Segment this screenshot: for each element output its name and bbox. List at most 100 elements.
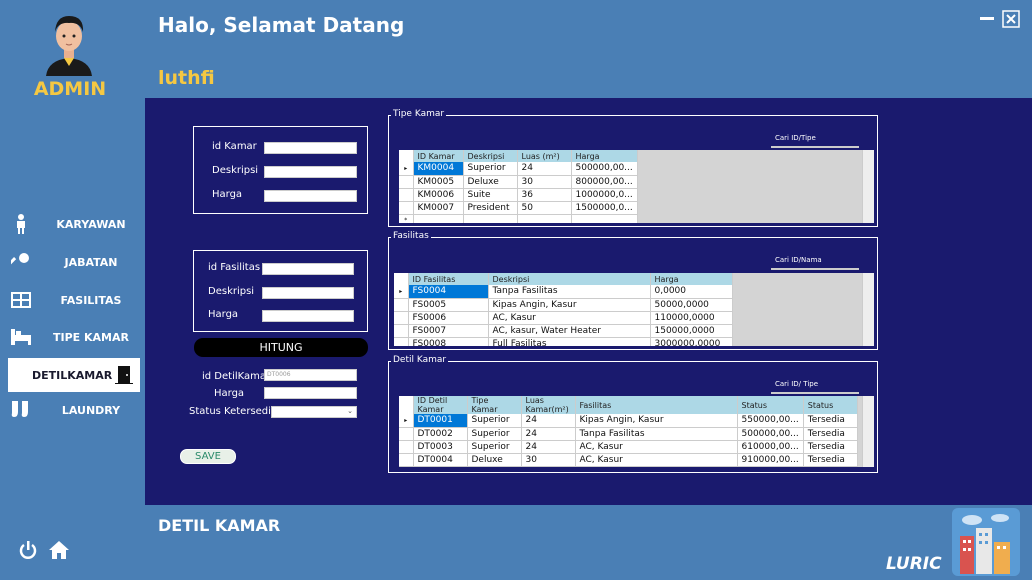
cell[interactable]: 24 — [521, 440, 576, 454]
cell[interactable]: 150000,0000 — [650, 324, 733, 338]
cell[interactable]: KM0006 — [413, 188, 464, 202]
cell[interactable]: 50000,0000 — [650, 298, 733, 312]
search-tipe-input[interactable] — [771, 146, 859, 148]
home-icon[interactable] — [48, 540, 70, 560]
cell[interactable]: DT0004 — [413, 453, 468, 467]
cell[interactable]: FS0005 — [408, 298, 489, 312]
table-row[interactable]: FS0006 AC, Kasur 110000,0000 — [394, 311, 733, 325]
cell[interactable]: 24 — [521, 427, 576, 441]
cell[interactable]: 500000,00... — [571, 162, 638, 176]
cell[interactable]: Superior — [467, 427, 522, 441]
column-header[interactable]: Luas Kamar(m²) — [521, 396, 576, 414]
cell[interactable]: Tanpa Fasilitas — [488, 285, 651, 299]
table-row[interactable]: KM0006 Suite 36 1000000,0... — [399, 188, 638, 202]
column-header[interactable]: ID Detil Kamar — [413, 396, 468, 414]
cell[interactable]: Superior — [463, 162, 518, 176]
nav-laundry[interactable]: LAUNDRY — [8, 393, 140, 427]
status-dropdown[interactable]: ⌄ — [271, 406, 357, 418]
nav-fasilitas[interactable]: FASILITAS — [8, 283, 140, 317]
nav-jabatan[interactable]: JABATAN — [8, 245, 140, 279]
id-detilkamar-input[interactable]: DT0006 — [264, 369, 357, 381]
cell[interactable]: Kipas Angin, Kasur — [575, 414, 738, 428]
id-kamar-input[interactable] — [264, 142, 357, 154]
table-row[interactable]: FS0007 AC, kasur, Water Heater 150000,0000 — [394, 324, 733, 338]
table-row[interactable]: DT0003 Superior 24 AC, Kasur 610000,00... Ter… — [399, 440, 858, 454]
search-fasilitas-input[interactable] — [771, 268, 859, 270]
column-header[interactable]: Deskripsi — [463, 150, 518, 162]
table-row[interactable]: KM0007 President 50 1500000,0... — [399, 201, 638, 215]
column-header[interactable]: Status — [803, 396, 858, 414]
scrollbar[interactable] — [862, 396, 874, 467]
column-header[interactable]: Luas (m²) — [517, 150, 572, 162]
detil-kamar-table[interactable]: ID Detil Kamar Tipe Kamar Luas Kamar(m²) Fa… — [399, 396, 874, 467]
column-header[interactable]: Tipe Kamar — [467, 396, 522, 414]
table-row[interactable]: FS0008 Full Fasilitas 3000000,0000 — [394, 337, 733, 346]
scrollbar[interactable] — [862, 150, 874, 223]
cell[interactable]: 1000000,0... — [571, 188, 638, 202]
deskripsi-input[interactable] — [264, 166, 357, 178]
scrollbar[interactable] — [862, 273, 874, 346]
cell[interactable]: DT0003 — [413, 440, 468, 454]
cell[interactable]: 36 — [517, 188, 572, 202]
table-row[interactable]: DT0002 Superior 24 Tanpa Fasilitas 500000,00… — [399, 427, 858, 441]
cell[interactable]: AC, Kasur — [488, 311, 651, 325]
table-row[interactable]: KM0005 Deluxe 30 800000,00... — [399, 175, 638, 189]
cell[interactable]: AC, kasur, Water Heater — [488, 324, 651, 338]
cell[interactable]: Kipas Angin, Kasur — [488, 298, 651, 312]
cell[interactable]: Superior — [467, 440, 522, 454]
id-fasilitas-input[interactable] — [262, 263, 354, 275]
cell[interactable]: President — [463, 201, 518, 215]
cell[interactable]: 550000,00... — [737, 414, 804, 428]
cell[interactable]: AC, Kasur — [575, 440, 738, 454]
cell[interactable]: FS0006 — [408, 311, 489, 325]
cell[interactable]: 24 — [521, 414, 576, 428]
cell[interactable]: 910000,00... — [737, 453, 804, 467]
table-row[interactable]: ▸ FS0004 Tanpa Fasilitas 0,0000 — [394, 285, 733, 299]
cell[interactable]: FS0004 — [408, 285, 489, 299]
cell[interactable]: 30 — [517, 175, 572, 189]
cell[interactable]: AC, Kasur — [575, 453, 738, 467]
tipe-kamar-table[interactable]: ID Kamar Deskripsi Luas (m²) Harga ▸ KM0004 S… — [399, 150, 874, 223]
column-header[interactable]: ID Fasilitas — [408, 273, 489, 285]
harga-input[interactable] — [264, 190, 357, 202]
cell[interactable]: Tersedia — [803, 414, 858, 428]
hitung-button[interactable]: HITUNG — [194, 338, 368, 357]
cell[interactable]: 0,0000 — [650, 285, 733, 299]
cell[interactable]: Tersedia — [803, 427, 858, 441]
cell[interactable]: 50 — [517, 201, 572, 215]
cell[interactable]: Tersedia — [803, 440, 858, 454]
cell[interactable]: Full Fasilitas — [488, 337, 651, 346]
cell[interactable]: Deluxe — [463, 175, 518, 189]
cell[interactable]: FS0007 — [408, 324, 489, 338]
minimize-icon[interactable] — [980, 17, 994, 21]
cell[interactable]: DT0001 — [413, 414, 468, 428]
search-detil-input[interactable] — [771, 392, 859, 394]
cell[interactable]: FS0008 — [408, 337, 489, 346]
table-row[interactable]: FS0005 Kipas Angin, Kasur 50000,0000 — [394, 298, 733, 312]
cell[interactable]: 800000,00... — [571, 175, 638, 189]
harga-fasilitas-input[interactable] — [262, 310, 354, 322]
cell[interactable]: KM0004 — [413, 162, 464, 176]
fasilitas-table[interactable]: ID Fasilitas Deskripsi Harga ▸ FS0004 Tanpa … — [394, 273, 874, 346]
column-header[interactable]: ID Kamar — [413, 150, 464, 162]
cell[interactable]: Suite — [463, 188, 518, 202]
cell[interactable]: KM0007 — [413, 201, 464, 215]
power-icon[interactable] — [18, 540, 38, 560]
cell[interactable]: 1500000,0... — [571, 201, 638, 215]
column-header[interactable]: Fasilitas — [575, 396, 738, 414]
close-icon[interactable] — [1002, 10, 1020, 28]
column-header[interactable]: Harga — [650, 273, 733, 285]
cell[interactable]: Tersedia — [803, 453, 858, 467]
cell[interactable]: 500000,00... — [737, 427, 804, 441]
nav-karyawan[interactable]: KARYAWAN — [8, 207, 140, 241]
cell[interactable]: 110000,0000 — [650, 311, 733, 325]
cell[interactable]: Tanpa Fasilitas — [575, 427, 738, 441]
cell[interactable]: 30 — [521, 453, 576, 467]
save-button[interactable]: SAVE — [180, 449, 236, 464]
deskripsi-fasilitas-input[interactable] — [262, 287, 354, 299]
cell[interactable]: 24 — [517, 162, 572, 176]
cell[interactable]: Superior — [467, 414, 522, 428]
cell[interactable]: KM0005 — [413, 175, 464, 189]
cell[interactable]: 610000,00... — [737, 440, 804, 454]
nav-tipe-kamar[interactable]: TIPE KAMAR — [8, 320, 140, 354]
